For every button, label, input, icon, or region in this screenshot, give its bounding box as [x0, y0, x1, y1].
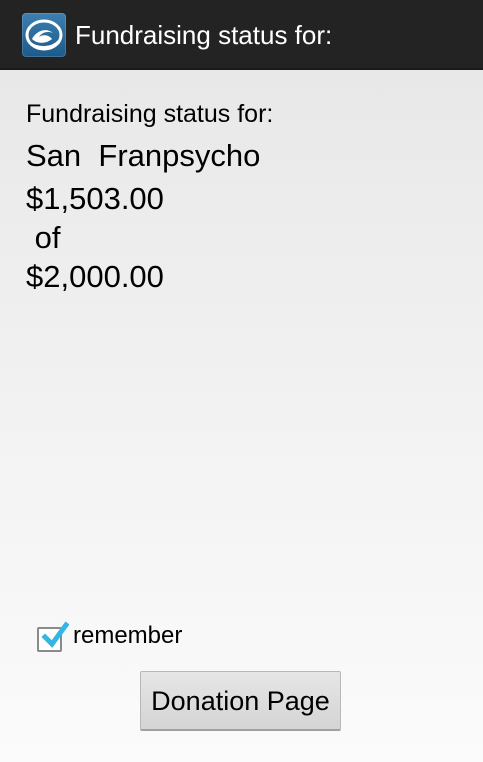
goal-amount: $2,000.00 [26, 259, 164, 294]
participant-name: San Franpsycho [26, 138, 261, 173]
donation-page-button[interactable]: Donation Page [140, 671, 341, 731]
action-bar-title: Fundraising status for: [75, 20, 333, 50]
action-bar: Fundraising status for: [0, 0, 483, 70]
of-text: of [26, 220, 61, 255]
remember-label[interactable]: remember [73, 622, 182, 650]
remember-checkbox[interactable] [37, 621, 69, 652]
wave-logo-icon[interactable] [22, 13, 66, 57]
amount-raised: $1,503.00 [26, 181, 164, 216]
checkmark-icon [41, 621, 69, 648]
main-content: Fundraising status for: San Franpsycho $… [0, 70, 483, 762]
status-label: Fundraising status for: [26, 100, 274, 128]
